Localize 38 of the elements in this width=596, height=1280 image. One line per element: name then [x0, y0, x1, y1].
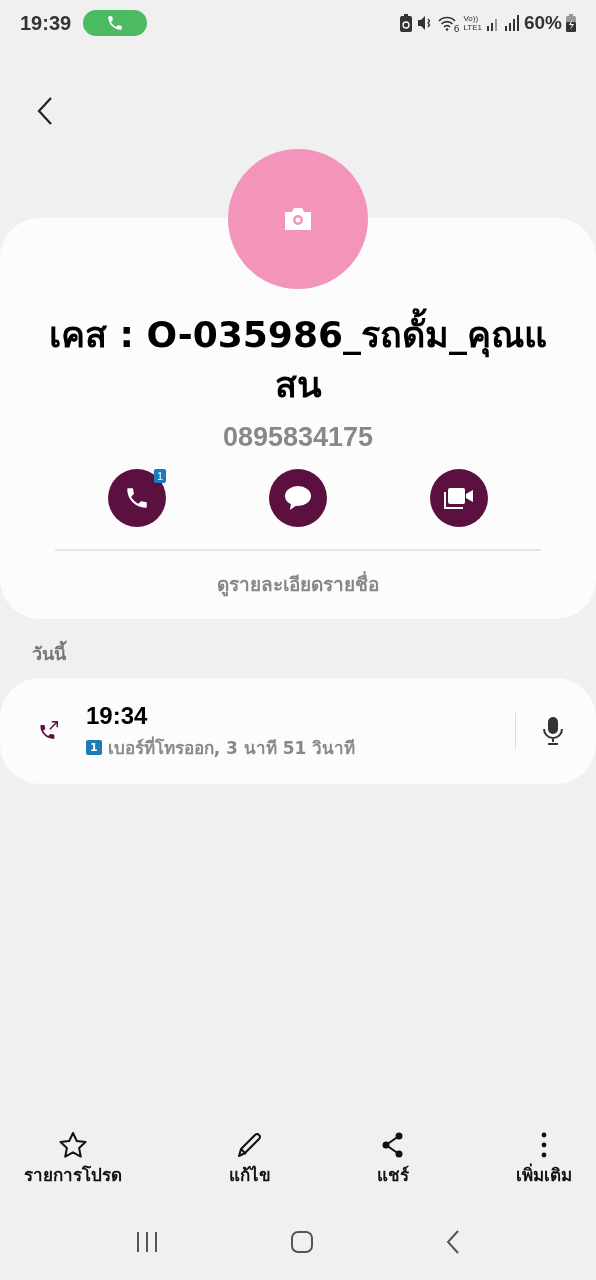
share-button[interactable]: แชร์ [377, 1131, 410, 1188]
camera-icon [283, 207, 313, 231]
signal-icon [503, 15, 520, 31]
phone-number: 0895834175 [222, 422, 374, 453]
star-icon [58, 1131, 88, 1159]
status-time: 19:39 [20, 11, 72, 35]
contact-name: เคส : O-035986_รถดั้ม_คุณแสน [43, 310, 553, 410]
video-camera-icon [443, 486, 475, 510]
recent-apps-icon[interactable] [135, 1231, 160, 1253]
battery-charging-icon [566, 14, 576, 32]
message-button[interactable] [269, 469, 327, 527]
video-call-button[interactable] [430, 469, 488, 527]
sim-badge: 1 [86, 739, 102, 755]
back-icon[interactable] [37, 97, 53, 125]
battery-saver-icon [399, 14, 412, 32]
home-icon[interactable] [290, 1230, 314, 1254]
battery-percent: 60% [523, 12, 562, 34]
network-label: Vo)) [463, 14, 480, 23]
phone-icon [124, 485, 150, 511]
more-button[interactable]: เพิ่มเติม [515, 1131, 572, 1188]
microphone-icon[interactable] [542, 716, 564, 746]
more-icon [539, 1131, 548, 1159]
wifi-label: 6 [453, 24, 460, 34]
section-heading: วันนี้ [32, 639, 596, 668]
call-log-entry[interactable]: 19:34 1 เบอร์ที่โทรออก, 3 นาที 51 วินาที [0, 678, 596, 784]
edit-button[interactable]: แก้ไข [228, 1131, 271, 1188]
phone-icon [106, 14, 125, 32]
wifi-icon [437, 15, 456, 31]
call-button[interactable]: 1 [108, 469, 166, 527]
call-time: 19:34 [86, 701, 149, 730]
back-icon[interactable] [444, 1230, 461, 1254]
outgoing-call-icon [38, 720, 60, 742]
network-label: LTE1 [463, 23, 482, 32]
sim-badge: 1 [153, 469, 166, 483]
favorites-button[interactable]: รายการโปรด [24, 1131, 122, 1188]
call-description: เบอร์ที่โทรออก, 3 นาที 51 วินาที [107, 735, 356, 760]
pencil-icon [235, 1131, 264, 1159]
chat-bubble-icon [284, 485, 312, 511]
